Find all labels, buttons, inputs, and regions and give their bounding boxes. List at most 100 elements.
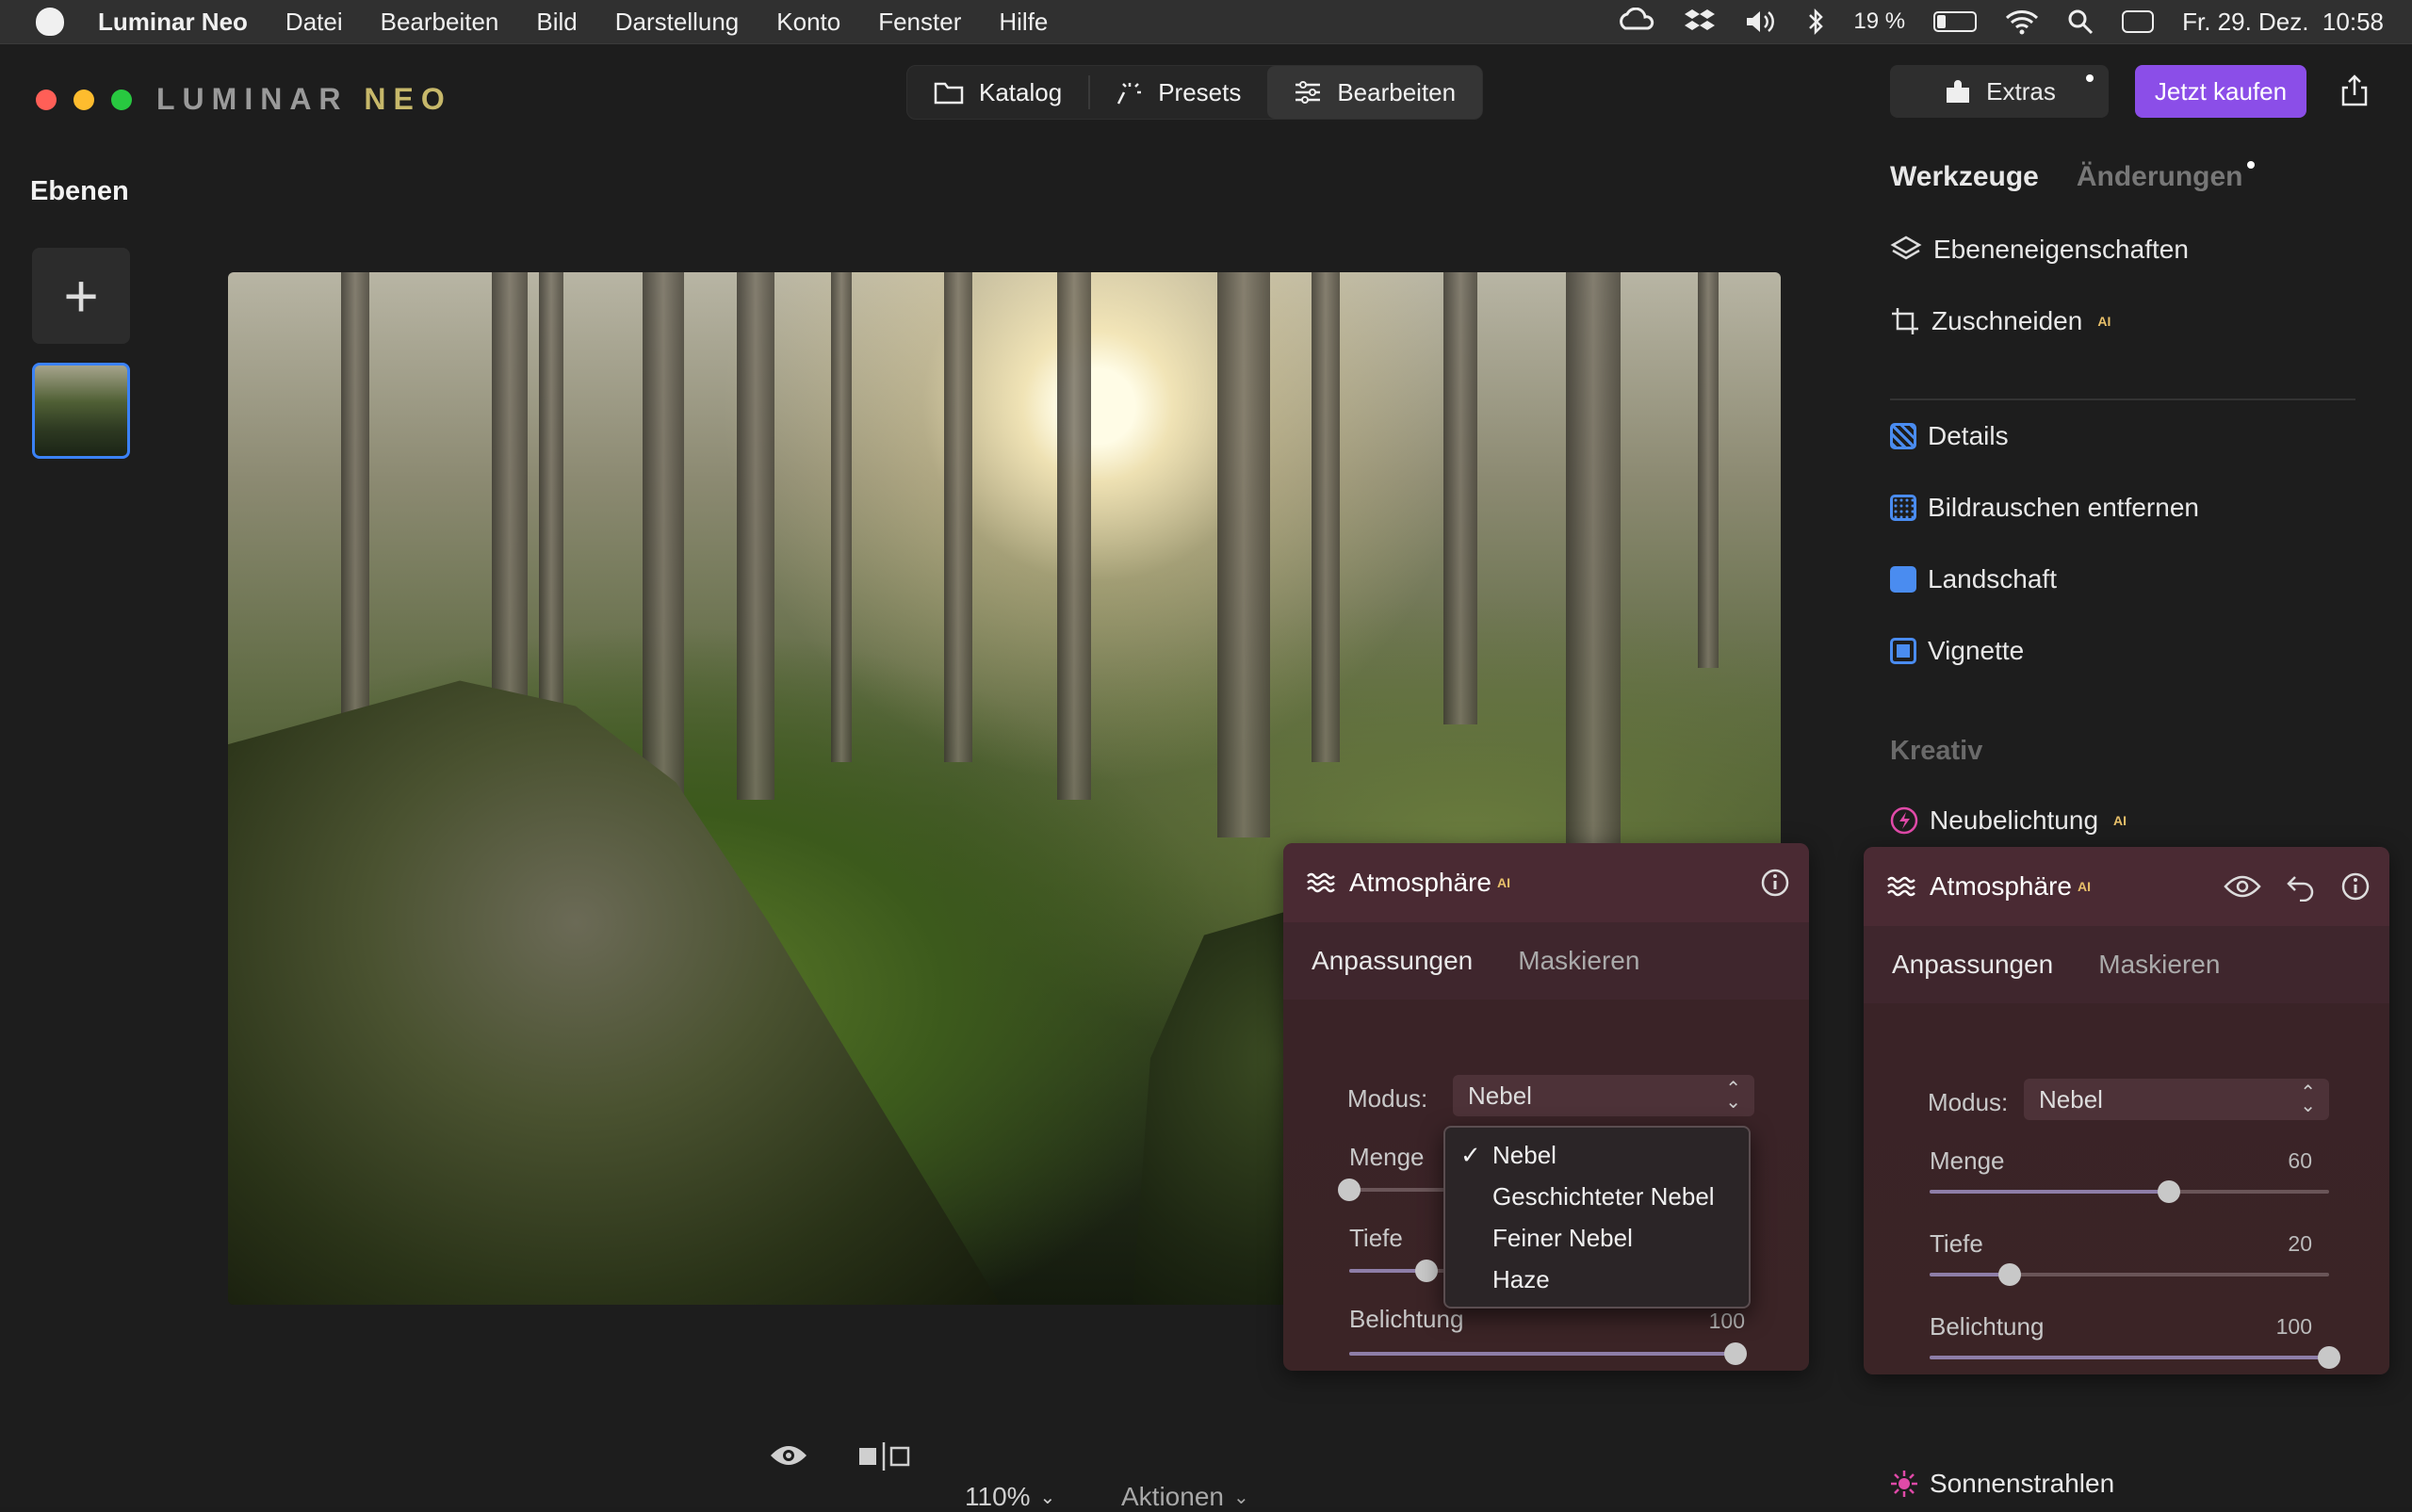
tab-bearbeiten[interactable]: Bearbeiten [1267,66,1483,119]
tab-aenderungen[interactable]: Änderungen [2077,161,2255,193]
control-center-icon[interactable] [2122,10,2155,33]
slider-knob[interactable] [2318,1346,2340,1369]
zoom-value: 110% [965,1482,1031,1511]
tab-maskieren[interactable]: Maskieren [1518,946,1639,976]
tool-sonnenstrahlen[interactable]: Sonnenstrahlen [1890,1469,2114,1499]
panel-tabs: Anpassungen Maskieren [1283,922,1809,1000]
modus-label: Modus: [1928,1088,2009,1116]
modus-select[interactable]: Nebel ⌃ ⌄ [1453,1075,1754,1116]
chevron-down-icon: ⌄ [1039,1487,1056,1508]
extras-button[interactable]: Extras [1890,65,2109,118]
dropbox-icon[interactable] [1684,8,1716,36]
option-feiner-nebel[interactable]: Feiner Nebel [1492,1224,1633,1253]
modus-value: Nebel [2039,1084,2103,1114]
eye-icon[interactable] [2224,873,2261,900]
ai-badge: AI [2097,314,2111,329]
menu-konto[interactable]: Konto [776,8,840,37]
apple-logo-icon[interactable] [36,8,64,36]
tab-anpassungen[interactable]: Anpassungen [1312,946,1473,976]
actions-label: Aktionen [1121,1482,1224,1511]
slider-knob[interactable] [1724,1342,1747,1365]
details-icon [1890,423,1916,449]
tool-bildrauschen[interactable]: Bildrauschen entfernen [1890,493,2199,523]
wifi-icon[interactable] [2005,8,2039,35]
tool-vignette[interactable]: Vignette [1890,636,2024,666]
menge-slider[interactable] [1930,1180,2329,1203]
option-nebel[interactable]: Nebel [1492,1141,1556,1170]
tool-neubelichtung[interactable]: Neubelichtung AI [1890,805,2127,836]
preview-eye-icon[interactable] [769,1442,808,1469]
waves-icon [1887,876,1915,897]
checkmark-icon: ✓ [1460,1141,1481,1169]
menu-bearbeiten[interactable]: Bearbeiten [381,8,499,37]
tiefe-value: 20 [2288,1231,2312,1256]
tab-werkzeuge[interactable]: Werkzeuge [1890,161,2039,193]
buy-now-button[interactable]: Jetzt kaufen [2135,65,2306,118]
info-icon[interactable] [1760,868,1790,898]
actions-dropdown[interactable]: Aktionen ⌄ [1121,1482,1249,1512]
modus-label: Modus: [1347,1084,1428,1113]
compare-split-icon[interactable] [857,1440,910,1471]
panel-title: Atmosphäre [1349,868,1491,897]
share-icon[interactable] [2340,74,2369,106]
menge-value: 60 [2288,1148,2312,1173]
layers-title: Ebenen [30,176,129,206]
undo-icon[interactable] [2286,873,2316,902]
tab-katalog[interactable]: Katalog [907,66,1088,119]
sliders-icon [1296,81,1321,104]
close-window-button[interactable] [36,89,57,110]
maximize-window-button[interactable] [111,89,132,110]
bluetooth-icon[interactable] [1806,8,1825,36]
sparkle-icon [1117,83,1142,105]
option-haze[interactable]: Haze [1492,1265,1550,1294]
relight-bolt-icon [1890,806,1918,835]
tool-label: Ebeneneigenschaften [1933,235,2189,264]
tool-label: Landschaft [1928,564,2057,593]
plus-icon: + [63,262,99,330]
notification-dot [2086,74,2094,82]
option-geschichteter-nebel[interactable]: Geschichteter Nebel [1492,1182,1715,1211]
folder-icon [934,82,964,105]
tab-maskieren[interactable]: Maskieren [2098,950,2220,980]
spotlight-search-icon[interactable] [2067,8,2094,35]
menu-bild[interactable]: Bild [536,8,577,37]
belichtung-slider[interactable] [1349,1342,1747,1365]
zoom-dropdown[interactable]: 110% ⌄ [965,1482,1055,1512]
slider-knob[interactable] [2158,1180,2181,1203]
slider-knob[interactable] [1415,1260,1438,1282]
tab-anpassungen[interactable]: Anpassungen [1892,950,2053,980]
belichtung-label: Belichtung [1930,1312,2045,1341]
panel-header[interactable]: Atmosphäre AI [1864,847,2389,926]
tiefe-slider[interactable] [1930,1263,2329,1286]
layer-thumbnail[interactable] [32,363,130,459]
creative-cloud-icon[interactable] [1618,8,1655,36]
modus-select[interactable]: Nebel ⌃ ⌄ [2024,1079,2329,1120]
menu-fenster[interactable]: Fenster [878,8,961,37]
modus-dropdown-menu: ✓ Nebel Geschichteter Nebel Feiner Nebel… [1443,1126,1751,1309]
waves-icon [1307,872,1335,893]
volume-icon[interactable] [1744,8,1778,35]
tool-landschaft[interactable]: Landschaft [1890,564,2057,594]
panel-header[interactable]: Atmosphäre AI [1283,843,1809,922]
modus-value: Nebel [1468,1081,1532,1110]
luminar-neo-logo: LUMINAR NEO [156,82,452,116]
noise-icon [1890,495,1916,521]
add-layer-button[interactable]: + [32,248,130,344]
tool-details[interactable]: Details [1890,421,2009,451]
slider-knob[interactable] [1997,1263,2021,1286]
tool-zuschneiden[interactable]: Zuschneiden AI [1890,306,2110,336]
battery-icon[interactable] [1933,11,1978,32]
belichtung-value: 100 [2275,1314,2312,1339]
minimize-window-button[interactable] [73,89,94,110]
tool-ebeneneigenschaften[interactable]: Ebeneneigenschaften [1890,235,2189,265]
battery-percent: 19 % [1853,8,1906,34]
menu-app-name[interactable]: Luminar Neo [98,8,248,37]
tab-presets[interactable]: Presets [1090,66,1267,119]
menu-datei[interactable]: Datei [285,8,343,37]
menu-hilfe[interactable]: Hilfe [999,8,1048,37]
slider-knob[interactable] [1338,1179,1361,1201]
belichtung-slider[interactable] [1930,1346,2340,1369]
info-icon[interactable] [2340,871,2371,902]
main-nav: Katalog Presets Bearbeiten [906,65,1484,120]
menu-darstellung[interactable]: Darstellung [615,8,740,37]
